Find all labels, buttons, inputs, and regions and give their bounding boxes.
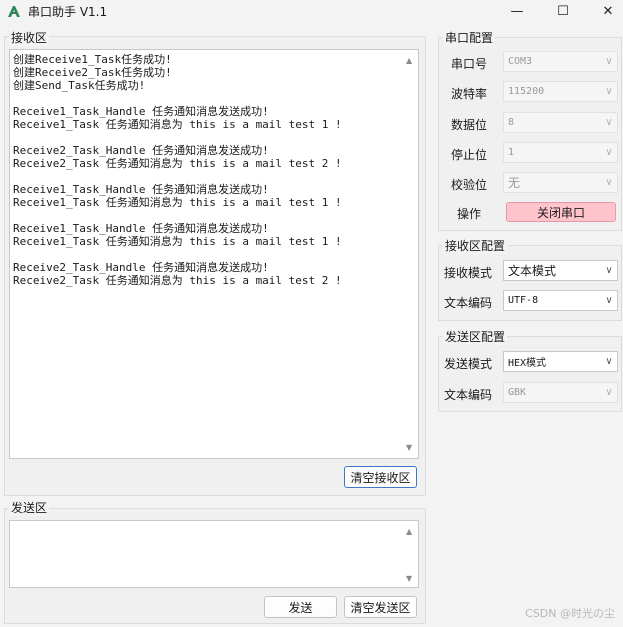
receive-line: 创建Receive2_Task任务成功! <box>13 66 172 79</box>
chevron-down-icon: ∨ <box>605 356 613 367</box>
receive-encoding-label: 文本编码 <box>444 296 493 310</box>
receive-config-label: 接收区配置 <box>443 237 508 254</box>
receive-line <box>13 209 342 222</box>
receive-scrollbar[interactable]: ▲ ▼ <box>403 50 418 458</box>
send-button[interactable]: 发送 <box>264 596 337 618</box>
scroll-up-icon[interactable]: ▲ <box>406 56 412 65</box>
databits-select[interactable]: 8 ∨ <box>503 112 618 133</box>
send-scrollbar[interactable]: ▲ ▼ <box>403 521 418 587</box>
databits-label: 数据位 <box>451 118 488 132</box>
send-group-label: 发送区 <box>9 499 50 516</box>
send-config-label: 发送区配置 <box>443 328 508 345</box>
chevron-down-icon: ∨ <box>605 177 613 188</box>
scroll-down-icon[interactable]: ▼ <box>406 443 412 452</box>
close-button[interactable]: ✕ <box>585 0 623 22</box>
chevron-down-icon: ∨ <box>605 86 613 97</box>
receive-line: Receive1_Task 任务通知消息为 this is a mail tes… <box>13 235 342 248</box>
scroll-down-icon[interactable]: ▼ <box>406 574 412 583</box>
port-select[interactable]: COM3 ∨ <box>503 51 618 72</box>
receive-line: 创建Receive1_Task任务成功! <box>13 53 172 66</box>
receive-line: Receive1_Task_Handle 任务通知消息发送成功! <box>13 105 269 118</box>
receive-line: Receive2_Task_Handle 任务通知消息发送成功! <box>13 261 269 274</box>
chevron-down-icon: ∨ <box>605 147 613 158</box>
title-bar: 串口助手 V1.1 — ☐ ✕ <box>0 0 623 22</box>
parity-select[interactable]: 无 ∨ <box>503 172 618 193</box>
send-mode-label: 发送模式 <box>444 357 493 371</box>
parity-value: 无 <box>508 176 521 190</box>
clear-receive-button[interactable]: 清空接收区 <box>344 466 417 488</box>
minimize-button[interactable]: — <box>494 0 540 22</box>
receive-line: Receive2_Task 任务通知消息为 this is a mail tes… <box>13 157 342 170</box>
stopbits-value: 1 <box>508 147 515 158</box>
chevron-down-icon: ∨ <box>605 387 613 398</box>
minimize-icon: — <box>510 3 524 19</box>
send-encoding-value: GBK <box>508 387 527 398</box>
receive-group-label: 接收区 <box>9 29 50 46</box>
app-logo-icon <box>8 6 20 17</box>
send-textarea[interactable]: ▲ ▼ <box>9 520 419 588</box>
receive-line: Receive1_Task 任务通知消息为 this is a mail tes… <box>13 118 342 131</box>
receive-line: Receive2_Task 任务通知消息为 this is a mail tes… <box>13 274 342 287</box>
serial-config-label: 串口配置 <box>443 29 496 46</box>
maximize-button[interactable]: ☐ <box>540 0 586 22</box>
receive-line: Receive1_Task 任务通知消息为 this is a mail tes… <box>13 196 342 209</box>
receive-mode-label: 接收模式 <box>444 266 493 280</box>
baud-label: 波特率 <box>451 87 488 101</box>
receive-line: Receive1_Task_Handle 任务通知消息发送成功! <box>13 222 269 235</box>
clear-send-button[interactable]: 清空发送区 <box>344 596 417 618</box>
receive-line: 创建Send_Task任务成功! <box>13 79 146 92</box>
scroll-up-icon[interactable]: ▲ <box>406 527 412 536</box>
chevron-down-icon: ∨ <box>605 295 613 306</box>
receive-mode-select[interactable]: 文本模式 ∨ <box>503 260 618 281</box>
chevron-down-icon: ∨ <box>605 265 613 276</box>
send-mode-value: HEX模式 <box>508 358 547 369</box>
receive-encoding-select[interactable]: UTF-8 ∨ <box>503 290 618 311</box>
baud-select[interactable]: 115200 ∨ <box>503 81 618 102</box>
port-label: 串口号 <box>451 57 488 71</box>
receive-content: 创建Receive1_Task任务成功! 创建Receive2_Task任务成功!… <box>13 53 342 287</box>
chevron-down-icon: ∨ <box>605 117 613 128</box>
stopbits-select[interactable]: 1 ∨ <box>503 142 618 163</box>
receive-line <box>13 248 342 261</box>
receive-textarea[interactable]: 创建Receive1_Task任务成功! 创建Receive2_Task任务成功!… <box>9 49 419 459</box>
receive-line <box>13 131 342 144</box>
receive-line <box>13 170 342 183</box>
window-title: 串口助手 V1.1 <box>28 5 108 19</box>
send-encoding-select[interactable]: GBK ∨ <box>503 382 618 403</box>
receive-mode-value: 文本模式 <box>508 264 557 278</box>
close-port-button[interactable]: 关闭串口 <box>506 202 616 222</box>
parity-label: 校验位 <box>451 178 488 192</box>
watermark: CSDN @时光の尘 <box>525 607 615 620</box>
operation-label: 操作 <box>457 207 482 221</box>
baud-value: 115200 <box>508 86 545 97</box>
stopbits-label: 停止位 <box>451 148 488 162</box>
send-encoding-label: 文本编码 <box>444 388 493 402</box>
chevron-down-icon: ∨ <box>605 56 613 67</box>
close-icon: ✕ <box>602 3 614 19</box>
receive-encoding-value: UTF-8 <box>508 295 539 306</box>
receive-line: Receive1_Task_Handle 任务通知消息发送成功! <box>13 183 269 196</box>
receive-line <box>13 92 342 105</box>
receive-line: Receive2_Task_Handle 任务通知消息发送成功! <box>13 144 269 157</box>
maximize-icon: ☐ <box>557 3 569 19</box>
port-value: COM3 <box>508 56 533 67</box>
send-mode-select[interactable]: HEX模式 ∨ <box>503 351 618 372</box>
databits-value: 8 <box>508 117 515 128</box>
